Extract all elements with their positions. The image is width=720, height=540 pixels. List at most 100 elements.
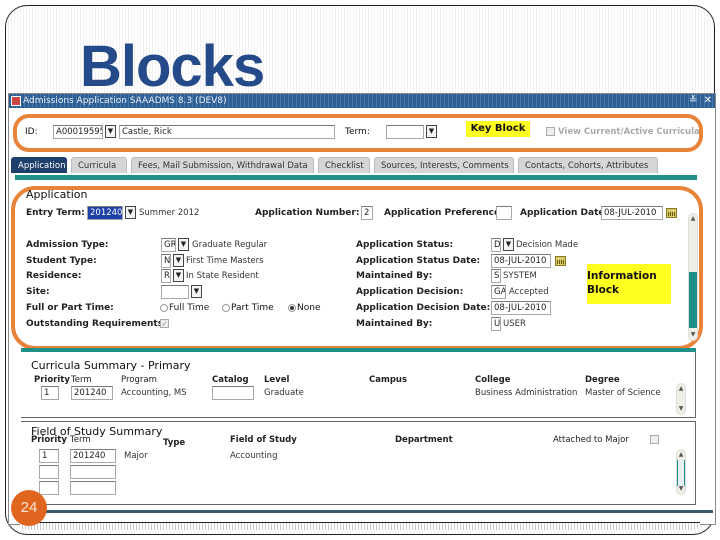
app-status-lookup[interactable]: ▼ (503, 238, 514, 251)
outstanding-checkbox[interactable]: ✓ (160, 319, 169, 328)
chevron-down-icon: ▼ (175, 256, 182, 264)
scroll-down-icon[interactable]: ▼ (689, 330, 697, 340)
fos-term-input[interactable] (70, 481, 116, 495)
fos-priority-input[interactable]: 1 (39, 449, 59, 463)
fos-type: Major (124, 451, 148, 461)
maintained-by-2-desc: USER (503, 319, 526, 329)
scroll-up-icon[interactable]: ▲ (677, 450, 685, 460)
fos-term-input[interactable] (70, 465, 116, 479)
curricula-scrollbar[interactable]: ▲ ▼ (676, 383, 686, 415)
fos-header-term: Term (70, 435, 91, 445)
application-section-title: Application (26, 188, 88, 201)
app-pref-input[interactable] (496, 206, 512, 220)
entry-term-label: Entry Term: (26, 208, 85, 218)
maintained-by-label: Maintained By: (356, 271, 433, 281)
site-input[interactable] (161, 285, 189, 299)
site-lookup[interactable]: ▼ (191, 285, 202, 298)
student-type-lookup[interactable]: ▼ (173, 254, 184, 267)
app-window: Admissions Application SAAADMS 8.3 (DEV8… (8, 93, 716, 525)
tab-contacts-cohorts-attributes[interactable]: Contacts, Cohorts, Attributes (518, 157, 658, 173)
window-bottom-edge (21, 510, 713, 513)
part-time-label: Part Time (231, 303, 274, 313)
app-decision-desc: Accepted (509, 287, 549, 297)
scroll-down-icon[interactable]: ▼ (677, 404, 685, 414)
student-type-input[interactable]: N (161, 254, 171, 268)
app-status-date-input[interactable]: 08-JUL-2010 (491, 254, 551, 268)
tab-checklist[interactable]: Checklist (318, 157, 370, 173)
site-label: Site: (26, 287, 50, 297)
chevron-down-icon: ▼ (193, 287, 200, 295)
term-label: Term: (345, 127, 370, 137)
app-status-desc: Decision Made (516, 240, 579, 250)
scroll-up-icon[interactable]: ▲ (689, 214, 697, 224)
fos-scrollbar[interactable]: ▲ ▼ (676, 449, 686, 495)
residence-lookup[interactable]: ▼ (173, 269, 184, 282)
scroll-thumb[interactable] (689, 272, 697, 328)
tab-curricula[interactable]: Curricula (71, 157, 127, 173)
app-decision-label: Application Decision: (356, 287, 464, 297)
admission-type-lookup[interactable]: ▼ (178, 238, 189, 251)
calendar-icon[interactable] (555, 256, 566, 266)
app-decision-input[interactable]: GA (491, 285, 506, 299)
curricula-college: Business Administration (475, 388, 578, 398)
entry-term-lookup[interactable]: ▼ (125, 206, 136, 219)
residence-desc: In State Resident (186, 271, 259, 281)
attached-to-major-icon[interactable] (650, 435, 659, 444)
app-decision-date-input[interactable]: 08-JUL-2010 (491, 301, 551, 315)
app-number-input[interactable]: 2 (361, 206, 373, 220)
fos-priority-input[interactable] (39, 481, 59, 495)
id-input[interactable]: A00019595 (53, 125, 103, 139)
curricula-level: Graduate (264, 388, 304, 398)
fos-header-attached: Attached to Major (553, 435, 629, 445)
minimize-icon[interactable]: ≚ (689, 95, 697, 106)
curricula-header-catalog: Catalog (212, 375, 249, 385)
info-scrollbar[interactable]: ▲ ▼ (688, 213, 698, 341)
calendar-icon[interactable] (666, 208, 677, 218)
admission-type-desc: Graduate Regular (192, 240, 268, 250)
chevron-down-icon: ▼ (428, 127, 435, 135)
maintained-by-2-label: Maintained By: (356, 319, 433, 329)
curricula-term-input[interactable]: 201240 (71, 386, 113, 400)
window-title: Admissions Application SAAADMS 8.3 (DEV8… (23, 96, 227, 106)
close-icon[interactable]: ✕ (704, 95, 712, 106)
app-date-label: Application Date: (520, 208, 609, 218)
fos-term-input[interactable]: 201240 (70, 449, 116, 463)
radio-none[interactable] (288, 304, 296, 312)
chevron-down-icon: ▼ (505, 240, 512, 248)
window-titlebar[interactable]: Admissions Application SAAADMS 8.3 (DEV8… (9, 94, 715, 108)
app-status-input[interactable]: D (491, 238, 501, 252)
term-lookup-button[interactable]: ▼ (426, 125, 437, 138)
maintained-by-2-input[interactable]: U (491, 317, 501, 331)
curricula-program: Accounting, MS (121, 388, 187, 398)
maintained-by-desc: SYSTEM (503, 271, 537, 281)
radio-part-time[interactable] (222, 304, 230, 312)
app-status-date-label: Application Status Date: (356, 256, 481, 266)
full-time-label: Full Time (169, 303, 210, 313)
tab-sources-interests-comments[interactable]: Sources, Interests, Comments (374, 157, 514, 173)
entry-term-input[interactable]: 201240 (87, 206, 123, 220)
curricula-catalog-input[interactable] (212, 386, 254, 400)
radio-full-time[interactable] (160, 304, 168, 312)
tab-application[interactable]: Application (11, 157, 67, 173)
scroll-up-icon[interactable]: ▲ (677, 384, 685, 394)
chevron-down-icon: ▼ (180, 240, 187, 248)
none-label: None (297, 303, 321, 313)
term-input[interactable] (386, 125, 424, 139)
scroll-down-icon[interactable]: ▼ (677, 484, 685, 494)
maintained-by-input[interactable]: S (491, 269, 501, 283)
info-block-callout: Information Block (587, 264, 671, 304)
name-display: Castle, Rick (119, 125, 335, 139)
app-date-input[interactable]: 08-JUL-2010 (601, 206, 663, 220)
key-block-callout: Key Block (466, 121, 530, 137)
view-current-checkbox[interactable] (546, 127, 555, 136)
curricula-degree: Master of Science (585, 388, 661, 398)
residence-input[interactable]: R (161, 269, 171, 283)
scroll-thumb[interactable] (677, 460, 685, 486)
tab-fees-mail-withdrawal[interactable]: Fees, Mail Submission, Withdrawal Data (131, 157, 314, 173)
curricula-priority-input[interactable]: 1 (41, 386, 59, 400)
id-lookup-button[interactable]: ▼ (105, 125, 116, 138)
admission-type-input[interactable]: GR (161, 238, 176, 252)
fos-priority-input[interactable] (39, 465, 59, 479)
fos-header-priority: Priority (31, 435, 67, 445)
curricula-header-priority: Priority (34, 375, 70, 385)
